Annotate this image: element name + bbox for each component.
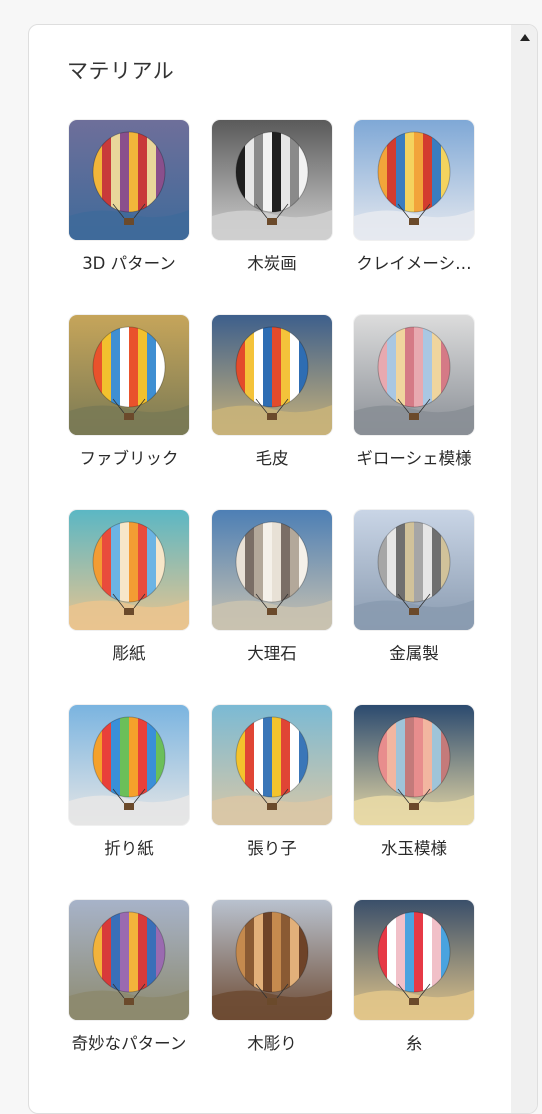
material-label: 木炭画	[247, 254, 297, 273]
materials-panel: マテリアル 3D パターン 木炭画 クレイメーシ… ファブリック 毛皮 ギローシェ模様彫紙…	[28, 24, 538, 1114]
scrollbar[interactable]	[511, 25, 537, 1113]
material-tile[interactable]: 金属製	[338, 510, 478, 670]
material-tile[interactable]: 木炭画	[196, 120, 336, 280]
material-tile[interactable]: 張り子	[196, 705, 336, 865]
balloon-thumbnail[interactable]	[69, 705, 189, 825]
scroll-up-arrow-icon[interactable]	[520, 34, 530, 41]
balloon-thumbnail[interactable]	[354, 510, 474, 630]
material-tile[interactable]: ファブリック	[53, 315, 193, 475]
balloon-thumbnail[interactable]	[212, 900, 332, 1020]
material-tile[interactable]: 大理石	[196, 510, 336, 670]
material-tile[interactable]: 奇妙なパターン	[53, 900, 193, 1060]
material-label: 折り紙	[104, 839, 154, 858]
material-tile[interactable]: クレイメーシ…	[338, 120, 478, 280]
balloon-thumbnail[interactable]	[212, 120, 332, 240]
balloon-thumbnail[interactable]	[69, 510, 189, 630]
balloon-thumbnail[interactable]	[212, 510, 332, 630]
material-label: 奇妙なパターン	[71, 1034, 187, 1053]
material-tile[interactable]: 木彫り	[196, 900, 336, 1060]
material-label: クレイメーシ…	[356, 254, 472, 273]
material-tile[interactable]: 折り紙	[53, 705, 193, 865]
material-label: 張り子	[247, 839, 297, 858]
material-tile[interactable]: 毛皮	[196, 315, 336, 475]
balloon-thumbnail[interactable]	[69, 315, 189, 435]
material-tile[interactable]: 3D パターン	[53, 120, 193, 280]
balloon-thumbnail[interactable]	[212, 705, 332, 825]
balloon-thumbnail[interactable]	[212, 315, 332, 435]
balloon-thumbnail[interactable]	[354, 900, 474, 1020]
material-label: 糸	[405, 1034, 423, 1053]
material-label: 木彫り	[247, 1034, 297, 1053]
material-label: 大理石	[247, 644, 297, 663]
material-tile[interactable]: ギローシェ模様	[338, 315, 478, 475]
material-label: 3D パターン	[82, 254, 176, 273]
balloon-thumbnail[interactable]	[69, 120, 189, 240]
section-title: マテリアル	[67, 59, 175, 83]
material-tile[interactable]: 水玉模様	[338, 705, 478, 865]
material-label: 水玉模様	[381, 839, 447, 858]
material-label: 彫紙	[112, 644, 146, 663]
material-label: ファブリック	[79, 449, 179, 468]
material-tile[interactable]: 彫紙	[53, 510, 193, 670]
balloon-thumbnail[interactable]	[354, 705, 474, 825]
material-label: 金属製	[389, 644, 439, 663]
balloon-thumbnail[interactable]	[354, 120, 474, 240]
material-label: ギローシェ模様	[356, 449, 472, 468]
balloon-thumbnail[interactable]	[69, 900, 189, 1020]
balloon-thumbnail[interactable]	[354, 315, 474, 435]
material-label: 毛皮	[255, 449, 289, 468]
material-tile[interactable]: 糸	[338, 900, 478, 1060]
